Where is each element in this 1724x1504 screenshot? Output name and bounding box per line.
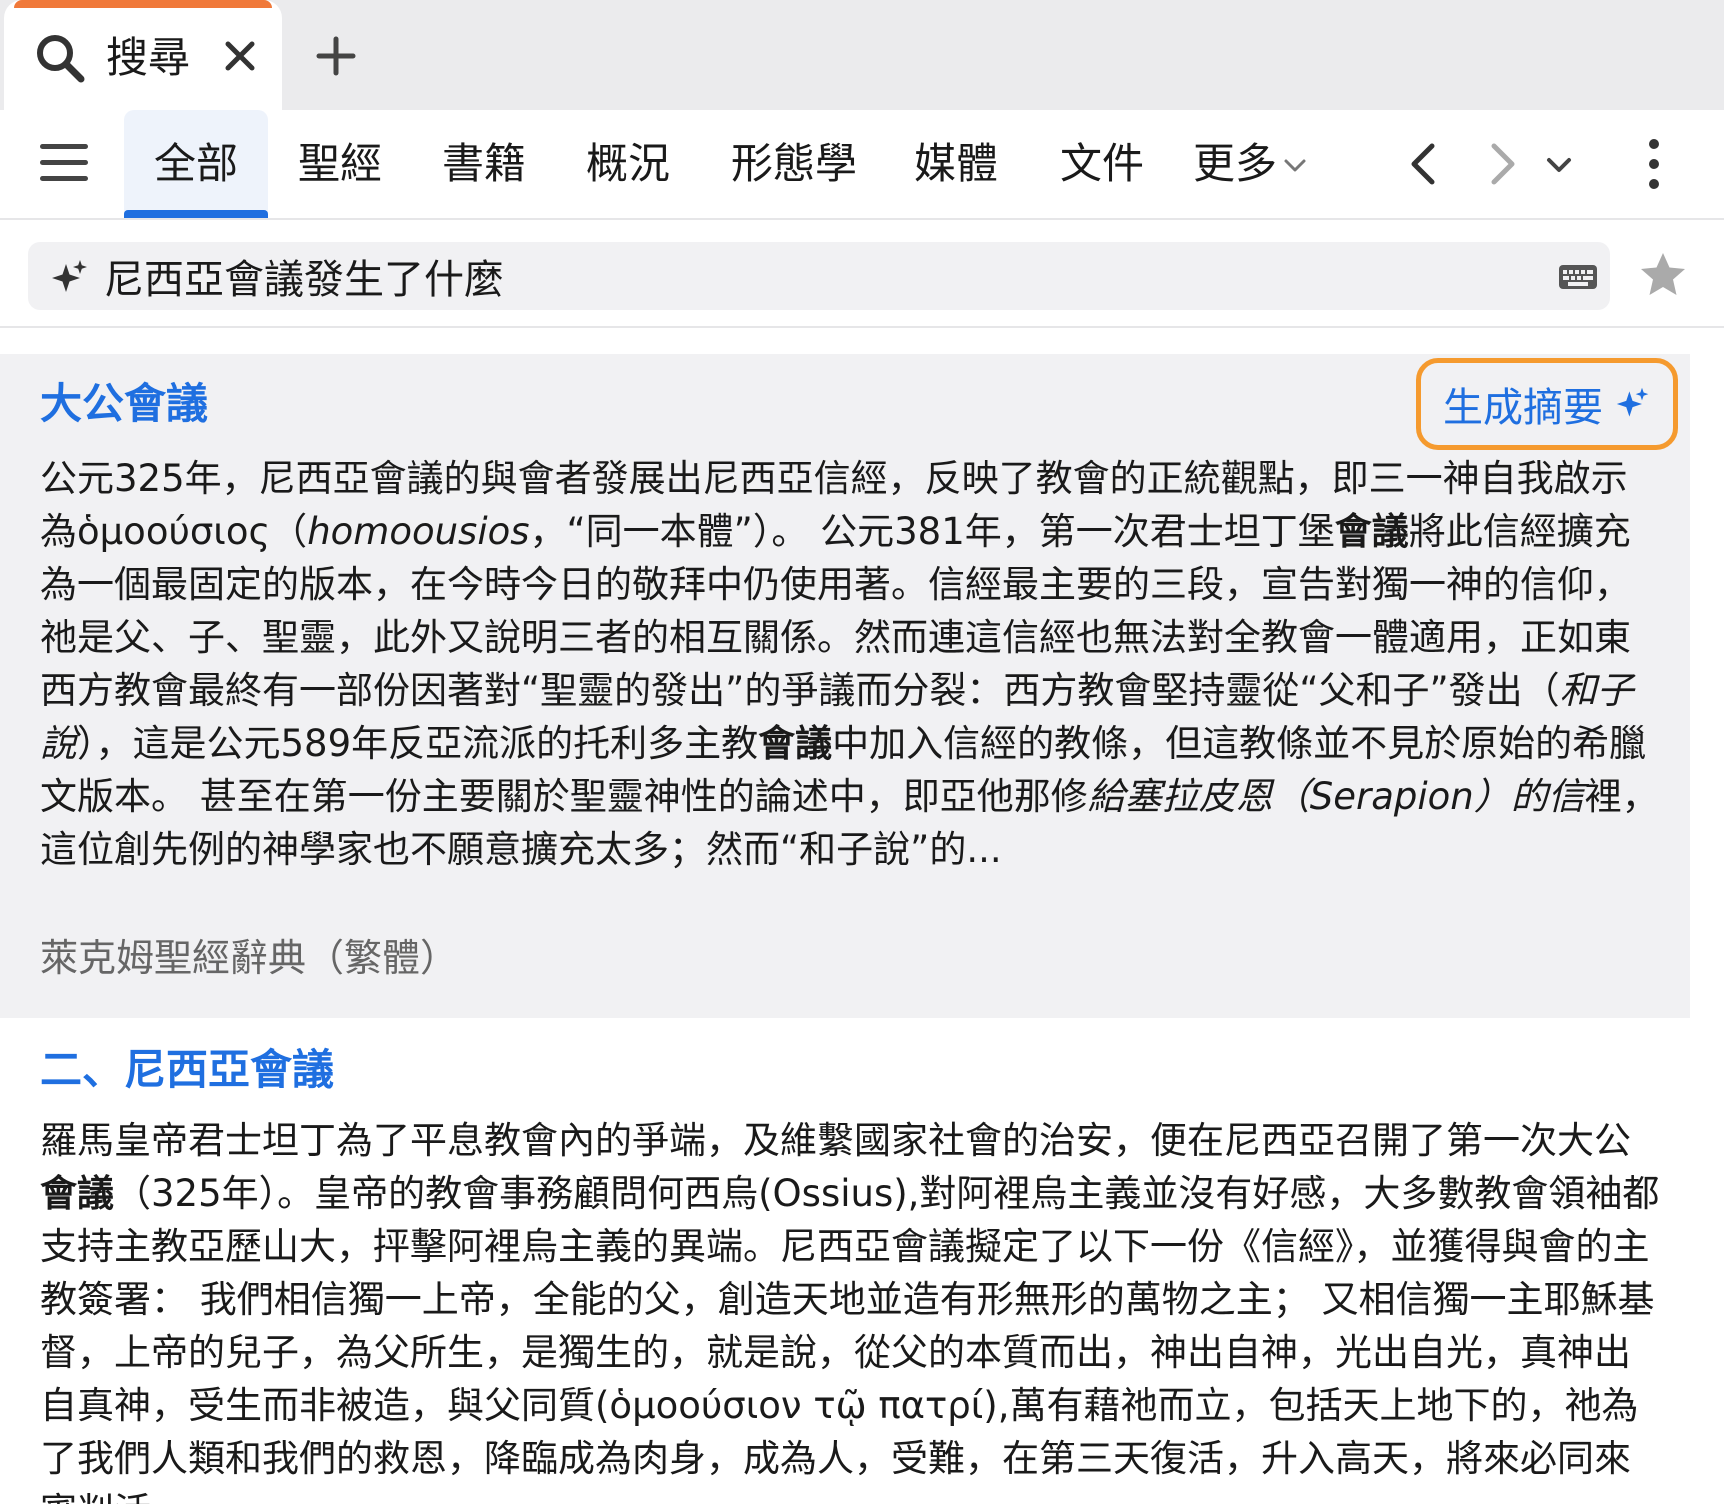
search-box[interactable]	[28, 242, 1610, 310]
snippet-text: ，“同一本體”）。 公元381年，第一次君士坦丁堡	[529, 510, 1335, 553]
search-result: 大公會議 生成摘要 公元325年，尼西亞會議的與會者發展出尼西亞信經，反映了教會…	[0, 354, 1690, 1018]
tab-search[interactable]: 搜尋	[4, 0, 282, 112]
tab-morphology[interactable]: 形態學	[724, 110, 864, 218]
menu-icon[interactable]	[40, 142, 88, 184]
result-title[interactable]: 二、尼西亞會議	[40, 1042, 334, 1098]
tab-bible[interactable]: 聖經	[290, 110, 390, 218]
tab-all[interactable]: 全部	[124, 110, 268, 218]
generate-summary-button[interactable]: 生成摘要	[1416, 358, 1678, 450]
result-snippet: 公元325年，尼西亞會議的與會者發展出尼西亞信經，反映了教會的正統觀點，即三一神…	[40, 452, 1660, 882]
search-row	[0, 222, 1724, 328]
history-dropdown-icon[interactable]	[1544, 150, 1574, 180]
tab-overview[interactable]: 概況	[578, 110, 678, 218]
tab-label: 搜尋	[106, 33, 191, 82]
search-icon	[37, 35, 85, 83]
highlighted-term: 會議	[1334, 510, 1409, 553]
more-options-icon[interactable]	[1640, 138, 1668, 190]
highlighted-term: 會議	[758, 722, 833, 765]
tab-strip: 搜尋	[0, 0, 1724, 112]
search-input[interactable]	[104, 248, 1504, 304]
close-icon[interactable]	[220, 36, 260, 76]
tab-documents[interactable]: 文件	[1052, 110, 1152, 218]
result-snippet: 羅馬皇帝君士坦丁為了平息教會內的爭端，及維繫國家社會的治安，便在尼西亞召開了第一…	[40, 1114, 1660, 1504]
snippet-text: ），這是公元589年反亞流派的托利多主教	[77, 722, 759, 765]
italic-text: homoousios	[307, 510, 530, 553]
sparkle-icon	[1616, 387, 1649, 417]
chevron-down-icon[interactable]	[1282, 152, 1308, 178]
result-source[interactable]: 萊克姆聖經辭典（繁體）	[40, 932, 458, 984]
result-type-nav: 全部 聖經 書籍 概況 形態學 媒體 文件 更多	[0, 110, 1724, 220]
generate-summary-label: 生成摘要	[1443, 385, 1603, 431]
tab-more[interactable]: 更多	[1190, 110, 1280, 218]
chevron-right-icon[interactable]	[1482, 142, 1524, 186]
tab-media[interactable]: 媒體	[906, 110, 1006, 218]
sparkle-icon	[52, 260, 87, 292]
tab-active-accent	[14, 0, 272, 8]
result-title[interactable]: 大公會議	[40, 376, 208, 432]
snippet-text: 羅馬皇帝君士坦丁為了平息教會內的爭端，及維繫國家社會的治安，便在尼西亞召開了第一…	[40, 1119, 1631, 1162]
search-result: 二、尼西亞會議 羅馬皇帝君士坦丁為了平息教會內的爭端，及維繫國家社會的治安，便在…	[0, 1018, 1690, 1504]
italic-text: 給塞拉皮恩（Serapion）的信	[1087, 775, 1585, 818]
star-icon[interactable]	[1638, 250, 1688, 300]
highlighted-term: 會議	[40, 1172, 114, 1215]
chevron-left-icon[interactable]	[1404, 142, 1446, 186]
add-tab-icon[interactable]	[316, 36, 356, 76]
keyboard-icon[interactable]	[1558, 262, 1598, 292]
tab-books[interactable]: 書籍	[434, 110, 534, 218]
snippet-text: （325年）。皇帝的教會事務顧問何西烏(Ossius),對阿裡烏主義並沒有好感，…	[40, 1172, 1660, 1504]
